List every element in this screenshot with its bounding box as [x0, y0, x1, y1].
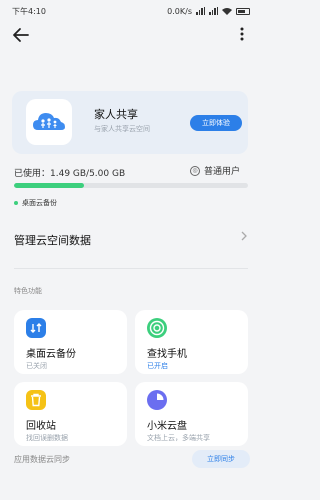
user-level-badge[interactable]: ◎ 普通用户: [190, 164, 240, 177]
try-now-button[interactable]: 立即体验: [190, 115, 242, 131]
family-share-icon: [26, 99, 72, 145]
feature-card-find-phone[interactable]: 查找手机 已开启: [135, 310, 248, 374]
cloud-drive-icon: [147, 390, 167, 410]
back-button[interactable]: [12, 26, 36, 48]
top-bar: [0, 22, 262, 52]
feature-title: 桌面云备份: [26, 349, 76, 360]
family-share-card[interactable]: 家人共享 与家人共享云空间 立即体验: [12, 91, 248, 154]
feature-card-desktop-backup[interactable]: 桌面云备份 已关闭: [14, 310, 127, 374]
find-phone-icon: [147, 318, 167, 338]
status-icons: 0.0K/s: [167, 7, 250, 16]
chevron-right-icon: [240, 230, 248, 245]
family-share-title: 家人共享: [94, 108, 138, 121]
app-data-sync-row: 应用数据云同步 立即同步: [14, 450, 250, 470]
status-time: 下午4:10: [12, 6, 46, 16]
more-button[interactable]: [236, 26, 248, 48]
family-share-subtitle: 与家人共享云空间: [94, 125, 150, 133]
feature-status: 已开启: [147, 362, 168, 370]
feature-status: 找回误删数据: [26, 434, 68, 442]
feature-card-cloud-drive[interactable]: 小米云盘 文档上云，多端共享: [135, 382, 248, 446]
legend-dot: [14, 201, 18, 205]
storage-progress-fill: [14, 183, 84, 188]
feature-title: 查找手机: [147, 349, 187, 360]
wifi-icon: [222, 8, 232, 15]
app-data-sync-label: 应用数据云同步: [14, 455, 70, 464]
status-bar: 下午4:10 0.0K/s: [0, 0, 262, 22]
network-speed: 0.0K/s: [167, 6, 192, 16]
user-level-label: 普通用户: [204, 167, 241, 177]
legend-label: 桌面云备份: [22, 199, 57, 207]
features-section-label: 特色功能: [14, 287, 42, 295]
feature-status: 已关闭: [26, 362, 47, 370]
back-arrow-icon: [13, 28, 29, 42]
manage-cloud-data-row[interactable]: 管理云空间数据: [14, 228, 250, 250]
vip-level-icon: ◎: [190, 165, 200, 176]
signal-icon: [196, 7, 205, 15]
feature-title: 回收站: [26, 421, 56, 432]
feature-card-recycle-bin[interactable]: 回收站 找回误删数据: [14, 382, 127, 446]
storage-progress-bar: [14, 183, 248, 188]
divider: [14, 268, 248, 269]
cloud-backup-icon: [26, 318, 46, 338]
signal-icon-2: [209, 7, 218, 15]
feature-title: 小米云盘: [147, 421, 187, 432]
feature-status: 文档上云，多端共享: [147, 434, 210, 442]
storage-usage-text: 已使用：1.49 GB/5.00 GB: [14, 169, 126, 179]
recycle-bin-icon: [26, 390, 46, 410]
battery-icon: [236, 7, 250, 15]
manage-cloud-data-label: 管理云空间数据: [14, 234, 91, 247]
storage-legend: 桌面云备份: [14, 198, 57, 208]
sync-now-button[interactable]: 立即同步: [192, 450, 250, 468]
more-vert-icon: [240, 27, 244, 41]
